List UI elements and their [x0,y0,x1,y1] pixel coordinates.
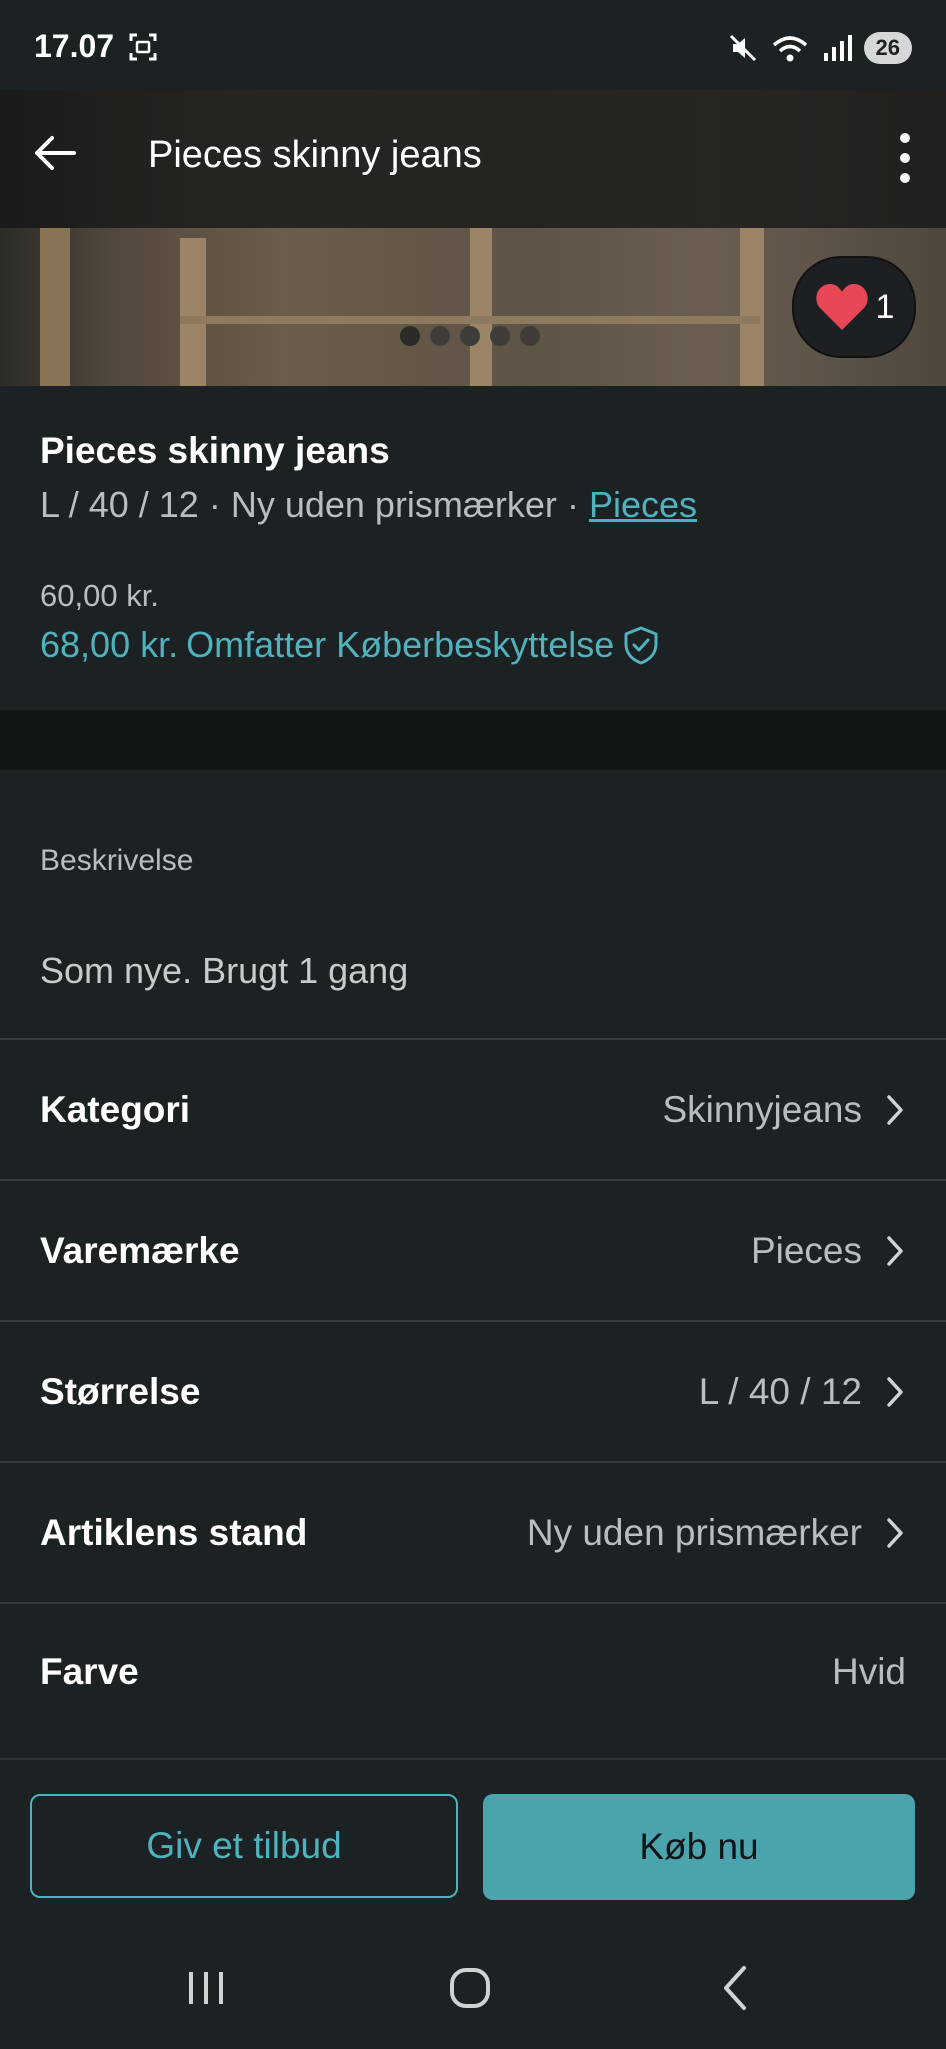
like-button[interactable]: 1 [792,256,916,358]
signal-icon [823,35,852,61]
protection-label: Omfatter Køberbeskyttelse [186,624,615,665]
make-offer-button[interactable]: Giv et tilbud [30,1794,458,1898]
detail-label: Artiklens stand [40,1512,308,1553]
heart-icon [815,284,868,330]
brand-link[interactable]: Pieces [589,484,697,525]
detail-value: Hvid [831,1651,906,1692]
item-condition: Ny uden prismærker [230,484,557,525]
detail-row-color: Farve Hvid [0,1602,946,1740]
pagination-dot [520,326,540,346]
description-label: Beskrivelse [40,844,194,877]
item-meta: L / 40 / 12 · Ny uden prismærker · Piece… [40,484,697,526]
status-icons: 26 [728,30,912,66]
photo-detail [180,316,760,324]
photo-detail [740,228,764,386]
chevron-right-icon [887,1518,903,1548]
item-size: L / 40 / 12 [40,484,199,525]
detail-label: Farve [40,1651,139,1692]
detail-value: Pieces [750,1230,862,1271]
like-count: 1 [875,287,895,326]
chevron-right-icon [887,1377,903,1407]
photo-detail [180,238,206,386]
detail-label: Varemærke [40,1230,240,1271]
detail-row-brand[interactable]: Varemærke Pieces [0,1179,946,1321]
total-price: 68,00 kr. [40,624,179,665]
detail-row-size[interactable]: Størrelse L / 40 / 12 [0,1320,946,1462]
detail-row-category[interactable]: Kategori Skinnyjeans [0,1038,946,1180]
status-bar: 17.07 26 [0,0,946,90]
detail-label: Kategori [40,1089,191,1130]
mute-icon [729,34,756,62]
description-text: Som nye. Brugt 1 gang [40,950,409,991]
home-icon[interactable] [440,1958,500,2018]
page-title: Pieces skinny jeans [148,134,482,176]
system-back-icon[interactable] [708,1958,768,2018]
back-arrow-icon[interactable] [30,128,80,178]
detail-value: Skinnyjeans [662,1089,862,1130]
battery-indicator: 26 [863,32,912,64]
item-info: Pieces skinny jeans L / 40 / 12 · Ny ude… [0,386,946,710]
item-title: Pieces skinny jeans [40,430,390,471]
photo-pagination [400,326,540,346]
pagination-dot [430,326,450,346]
system-nav-bar [0,1918,946,2049]
pagination-dot [490,326,510,346]
photo-detail [470,228,492,386]
detail-label: Størrelse [40,1371,201,1412]
section-divider [0,710,946,770]
chevron-right-icon [887,1236,903,1266]
recent-apps-icon[interactable] [176,1958,236,2018]
action-bar: Giv et tilbud Køb nu [0,1758,946,1920]
app-header: Pieces skinny jeans [0,88,946,228]
detail-row-condition[interactable]: Artiklens stand Ny uden prismærker [0,1461,946,1603]
shield-check-icon [624,626,658,665]
chevron-right-icon [887,1095,903,1125]
detail-value: Ny uden prismærker [526,1512,862,1553]
pagination-dot [400,326,420,346]
screenshot-icon [129,33,157,61]
meta-separator: · [208,484,221,525]
pagination-dot [460,326,480,346]
item-price: 60,00 kr. [40,578,159,613]
more-vertical-icon[interactable] [890,128,920,188]
wifi-icon [772,36,807,62]
description-section: Beskrivelse Som nye. Brugt 1 gang [0,770,946,1038]
detail-value: L / 40 / 12 [698,1371,862,1412]
buyer-protection-price[interactable]: 68,00 kr. Omfatter Køberbeskyttelse [40,624,660,666]
meta-separator: · [566,484,579,525]
status-time: 17.07 [34,28,115,64]
photo-detail [40,228,70,386]
buy-now-button[interactable]: Køb nu [483,1794,915,1900]
